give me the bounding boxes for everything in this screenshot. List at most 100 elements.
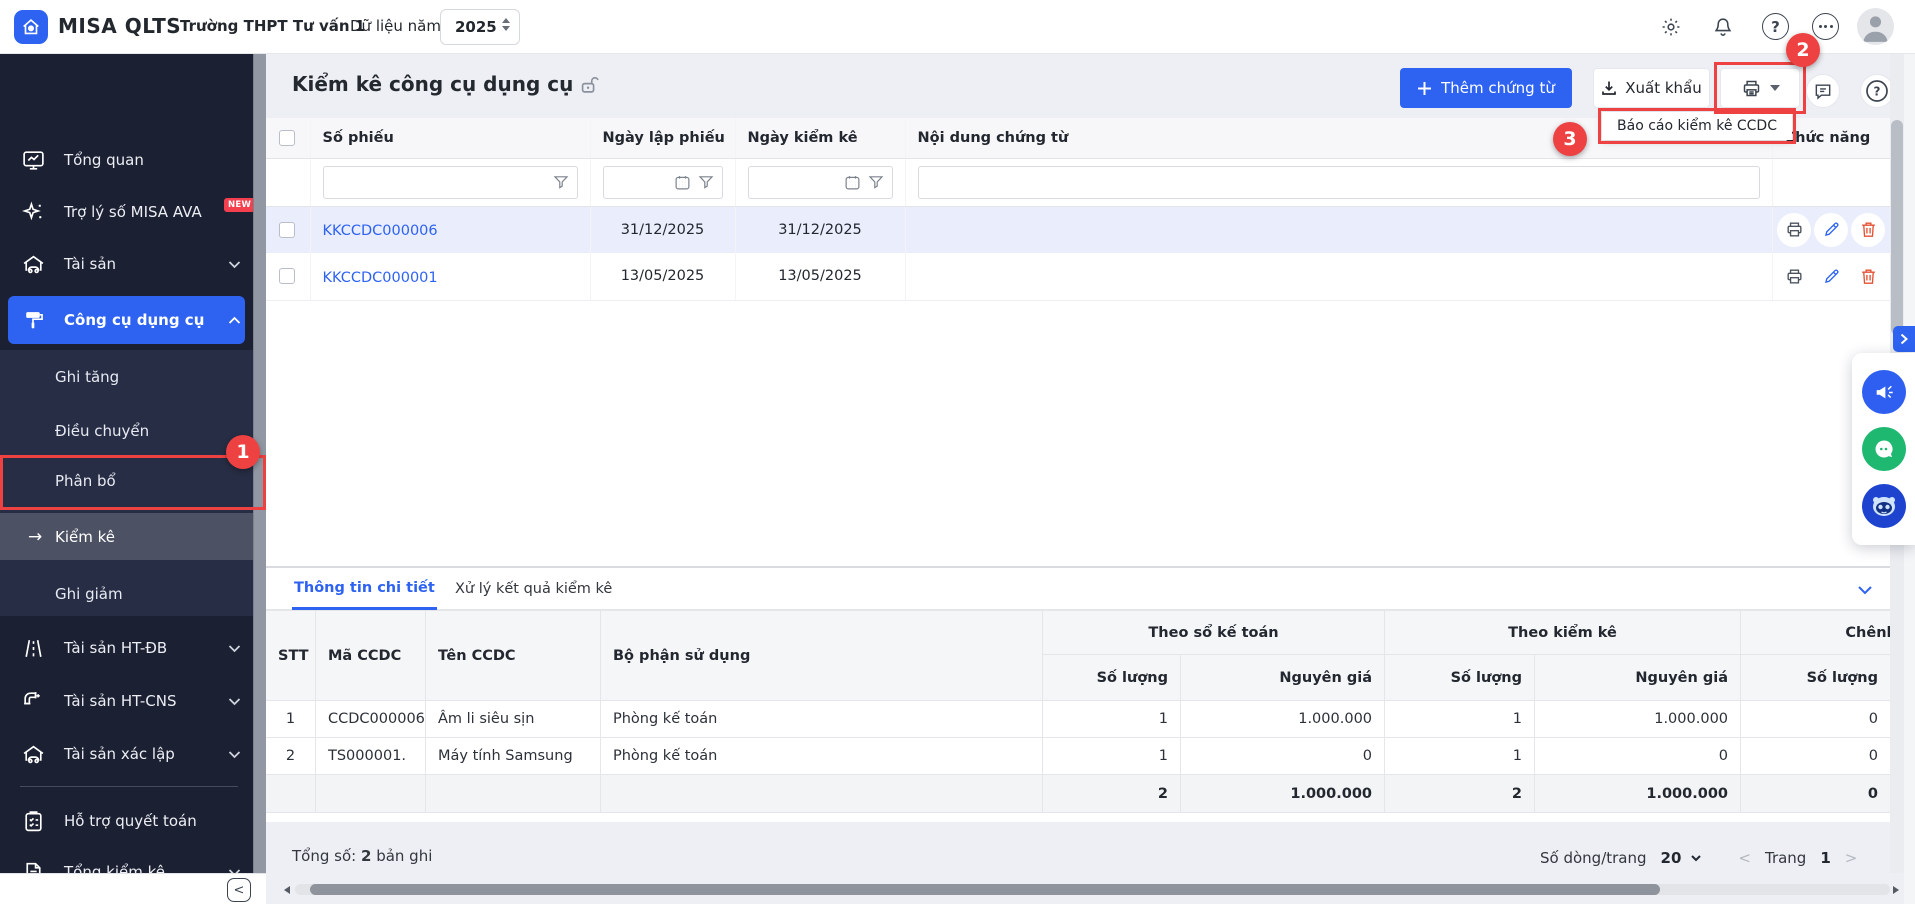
ellipsis-glyph	[1819, 25, 1833, 28]
sidebar-item-tai-san-xac-lap[interactable]: Tài sản xác lập	[0, 732, 253, 776]
col-nguyen-gia[interactable]: Nguyên giá	[1181, 655, 1385, 701]
calendar-icon[interactable]	[844, 174, 861, 191]
sidebar-item-tai-san-ht-db[interactable]: Tài sản HT-ĐB	[0, 626, 253, 670]
submenu-cong-cu-dung-cu: Ghi tăng Điều chuyển Phân bổ → Kiểm kê G…	[0, 350, 253, 616]
robot-face-glyph	[1869, 491, 1899, 521]
page-help-button[interactable]: ?	[1860, 74, 1894, 108]
sidebar-collapse-button[interactable]: <	[227, 878, 251, 902]
submenu-item-dieu-chuyen[interactable]: Điều chuyển	[0, 409, 253, 453]
year-value: 2025	[455, 18, 497, 36]
col-ngay-lap-phieu[interactable]: Ngày lập phiếu	[590, 118, 735, 158]
lock-open-icon[interactable]	[578, 74, 600, 96]
settings-gear-icon[interactable]	[1660, 16, 1682, 38]
cell-ng-kiem-ke: 1.000.000	[1535, 701, 1741, 738]
filter-row	[265, 158, 1890, 206]
collapse-panel-chevron-icon[interactable]	[1853, 578, 1877, 602]
detail-row[interactable]: 2 TS000001. Máy tính Samsung Phòng kế to…	[266, 738, 1891, 775]
organization-name[interactable]: Trường THPT Tư vấn 1	[180, 17, 365, 35]
submenu-item-ghi-giam[interactable]: Ghi giảm	[0, 572, 253, 616]
filter-so-phieu-input[interactable]	[323, 166, 578, 199]
total-sl-ke-toan: 2	[1043, 775, 1181, 813]
spin-up-icon[interactable]	[502, 18, 510, 23]
sidebar-item-cong-cu-dung-cu[interactable]: Công cụ dụng cụ	[8, 296, 245, 344]
per-page-select[interactable]: 20	[1661, 849, 1703, 867]
prev-page-button[interactable]: <	[1738, 849, 1751, 867]
submenu-item-label: Phân bổ	[55, 472, 116, 490]
printer-icon	[1741, 78, 1762, 99]
sidebar-item-misa-ava[interactable]: Trợ lý số MISA AVA NEW	[0, 190, 253, 234]
road-icon	[21, 636, 46, 661]
col-ma-ccdc[interactable]: Mã CCDC	[316, 611, 426, 701]
expand-assistant-tab[interactable]	[1893, 326, 1915, 352]
sidebar-item-tai-san-ht-cns[interactable]: Tài sản HT-CNS	[0, 679, 253, 723]
document-link[interactable]: KKCCDC000006	[323, 223, 438, 239]
vertical-scrollbar-thumb[interactable]	[1891, 120, 1903, 335]
filter-ngay-lap-input[interactable]	[603, 166, 723, 199]
sidebar-item-label: Tổng quan	[64, 151, 144, 169]
row-delete-button[interactable]	[1851, 259, 1885, 293]
support-chat-icon[interactable]	[1862, 427, 1906, 471]
year-select[interactable]: 2025	[440, 9, 520, 45]
col-ngay-kiem-ke[interactable]: Ngày kiểm kê	[735, 118, 905, 158]
row-edit-button[interactable]	[1814, 213, 1848, 247]
hscroll-left-arrow[interactable]	[284, 886, 290, 894]
filter-noi-dung-input[interactable]	[918, 166, 1760, 199]
col-so-luong[interactable]: Số lượng	[1741, 655, 1890, 701]
add-document-button[interactable]: Thêm chứng từ	[1400, 68, 1572, 108]
annotation-badge-step1: 1	[226, 435, 260, 469]
col-bo-phan[interactable]: Bộ phận sử dụng	[601, 611, 1043, 701]
sidebar-item-tai-san[interactable]: Tài sản	[0, 242, 253, 286]
row-print-button[interactable]	[1777, 259, 1811, 293]
horizontal-scrollbar[interactable]	[295, 884, 1890, 895]
hscroll-right-arrow[interactable]	[1893, 886, 1899, 894]
announcements-megaphone-icon[interactable]	[1862, 370, 1906, 414]
col-ten-ccdc[interactable]: Tên CCDC	[426, 611, 601, 701]
notifications-bell-icon[interactable]	[1712, 16, 1734, 38]
funnel-icon[interactable]	[553, 174, 569, 190]
user-avatar[interactable]	[1857, 8, 1894, 45]
row-print-button[interactable]	[1777, 213, 1811, 247]
detail-row[interactable]: 1 CCDC0000065 Âm li siêu sịn Phòng kế to…	[266, 701, 1891, 738]
col-so-phieu[interactable]: Số phiếu	[310, 118, 590, 158]
app-logo[interactable]	[14, 10, 48, 44]
submenu-item-kiem-ke[interactable]: → Kiểm kê	[0, 513, 253, 560]
submenu-item-label: Kiểm kê	[55, 528, 115, 546]
chevron-down-icon	[228, 644, 241, 653]
document-link[interactable]: KKCCDC000001	[323, 270, 438, 286]
funnel-icon[interactable]	[698, 174, 714, 190]
tab-thong-tin-chi-tiet[interactable]: Thông tin chi tiết	[292, 568, 437, 610]
export-button[interactable]: Xuất khẩu	[1593, 68, 1710, 108]
spin-down-icon[interactable]	[502, 26, 510, 31]
speech-bubble-icon	[1813, 81, 1833, 101]
calendar-icon[interactable]	[674, 174, 691, 191]
year-spinner[interactable]	[502, 18, 510, 31]
feedback-chat-button[interactable]	[1806, 74, 1840, 108]
table-row[interactable]: KKCCDC000006 31/12/2025 31/12/2025	[265, 206, 1890, 253]
row-checkbox[interactable]	[279, 222, 295, 238]
table-row[interactable]: KKCCDC000001 13/05/2025 13/05/2025	[265, 253, 1890, 300]
ai-assistant-robot-icon[interactable]	[1862, 484, 1906, 528]
row-checkbox[interactable]	[279, 268, 295, 284]
trash-icon	[1859, 220, 1878, 239]
tab-xu-ly-ket-qua[interactable]: Xử lý kết quả kiểm kê	[455, 568, 612, 610]
submenu-item-phan-bo[interactable]: Phân bổ	[0, 459, 253, 503]
col-so-luong[interactable]: Số lượng	[1043, 655, 1181, 701]
total-empty	[266, 775, 316, 813]
help-icon[interactable]: ?	[1762, 13, 1789, 40]
print-dropdown-button[interactable]	[1720, 68, 1800, 108]
submenu-item-ghi-tang[interactable]: Ghi tăng	[0, 355, 253, 399]
filter-ngay-kiem-ke-input[interactable]	[748, 166, 893, 199]
col-nguyen-gia[interactable]: Nguyên giá	[1535, 655, 1741, 701]
select-all-checkbox[interactable]	[279, 130, 295, 146]
more-options-icon[interactable]	[1812, 13, 1839, 40]
row-edit-button[interactable]	[1814, 259, 1848, 293]
menu-item-bao-cao-kiem-ke-ccdc[interactable]: Báo cáo kiểm kê CCDC	[1602, 112, 1792, 140]
row-delete-button[interactable]	[1851, 213, 1885, 247]
col-so-luong[interactable]: Số lượng	[1385, 655, 1535, 701]
sidebar-item-ho-tro-quyet-toan[interactable]: Hỗ trợ quyết toán	[0, 799, 253, 843]
horizontal-scrollbar-thumb[interactable]	[310, 884, 1660, 895]
sidebar-item-tong-quan[interactable]: Tổng quan	[0, 138, 253, 182]
pencil-icon	[1822, 267, 1841, 286]
funnel-icon[interactable]	[868, 174, 884, 190]
next-page-button[interactable]: >	[1845, 849, 1858, 867]
